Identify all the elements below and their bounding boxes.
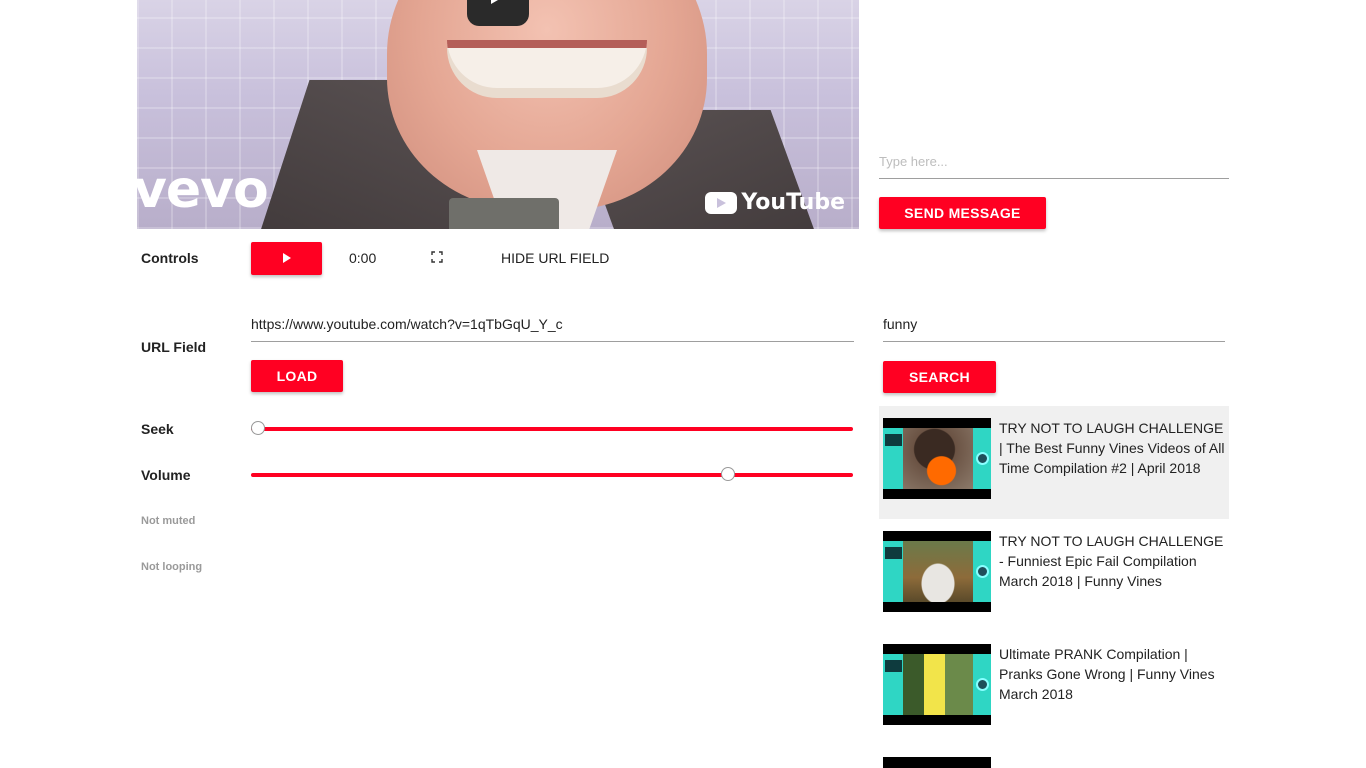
- thumbnail-vine-badge-icon: [976, 565, 989, 578]
- search-button[interactable]: SEARCH: [883, 361, 996, 393]
- load-button[interactable]: LOAD: [251, 360, 343, 392]
- thumbnail-channel-tag: [885, 547, 902, 559]
- vevo-watermark: vevo: [137, 160, 269, 220]
- volume-label: Volume: [141, 467, 191, 483]
- search-result-item[interactable]: TRY NOT TO LAUGH CHALLENGE - Funniest Ep…: [879, 519, 1229, 632]
- play-icon: [282, 251, 292, 267]
- video-player[interactable]: vevo YouTube: [137, 0, 859, 229]
- url-input[interactable]: [251, 306, 854, 342]
- thumbnail-vine-badge-icon: [976, 678, 989, 691]
- muted-status: Not muted: [141, 515, 196, 527]
- search-result-item[interactable]: [879, 745, 1229, 768]
- youtube-logo[interactable]: YouTube: [705, 190, 845, 215]
- thumbnail-channel-tag: [885, 660, 902, 672]
- play-icon: [489, 0, 507, 11]
- thumbnail-picture: [903, 541, 973, 602]
- volume-slider-thumb[interactable]: [721, 467, 736, 481]
- search-result-thumbnail: [883, 418, 991, 499]
- search-result-thumbnail: [883, 531, 991, 612]
- search-result-item[interactable]: TRY NOT TO LAUGH CHALLENGE | The Best Fu…: [879, 406, 1229, 519]
- search-result-thumbnail: [883, 644, 991, 725]
- time-display: 0:00: [349, 250, 377, 266]
- seek-label: Seek: [141, 421, 174, 437]
- fullscreen-icon: [431, 250, 443, 266]
- hide-url-field-button[interactable]: HIDE URL FIELD: [501, 249, 609, 267]
- search-result-title: TRY NOT TO LAUGH CHALLENGE - Funniest Ep…: [999, 533, 1224, 589]
- search-result-item[interactable]: Ultimate PRANK Compilation | Pranks Gone…: [879, 632, 1229, 745]
- volume-slider[interactable]: [251, 467, 853, 481]
- search-result-title: TRY NOT TO LAUGH CHALLENGE | The Best Fu…: [999, 420, 1225, 476]
- search-result-title: Ultimate PRANK Compilation | Pranks Gone…: [999, 646, 1215, 702]
- send-message-button[interactable]: SEND MESSAGE: [879, 197, 1046, 229]
- thumbnail-channel-tag: [885, 434, 902, 446]
- video-figure-smile: [447, 40, 647, 98]
- youtube-play-icon: [705, 191, 738, 214]
- message-input[interactable]: [879, 144, 1229, 179]
- search-result-thumbnail: [883, 757, 991, 768]
- looping-status: Not looping: [141, 561, 203, 573]
- controls-label: Controls: [141, 250, 199, 266]
- url-field-label: URL Field: [141, 339, 207, 355]
- app-page: vevo YouTube SEND MESSAGE Controls 0:00 …: [0, 0, 1366, 768]
- video-play-overlay-button[interactable]: [467, 0, 529, 26]
- seek-slider-thumb[interactable]: [251, 421, 265, 435]
- seek-slider[interactable]: [251, 421, 853, 435]
- search-input[interactable]: [883, 306, 1225, 342]
- thumbnail-picture: [903, 654, 973, 715]
- fullscreen-button[interactable]: [431, 251, 445, 265]
- youtube-logo-text: YouTube: [741, 190, 845, 215]
- thumbnail-picture: [903, 428, 973, 489]
- thumbnail-vine-badge-icon: [976, 452, 989, 465]
- play-button[interactable]: [251, 242, 322, 275]
- video-figure-buckle: [449, 198, 559, 229]
